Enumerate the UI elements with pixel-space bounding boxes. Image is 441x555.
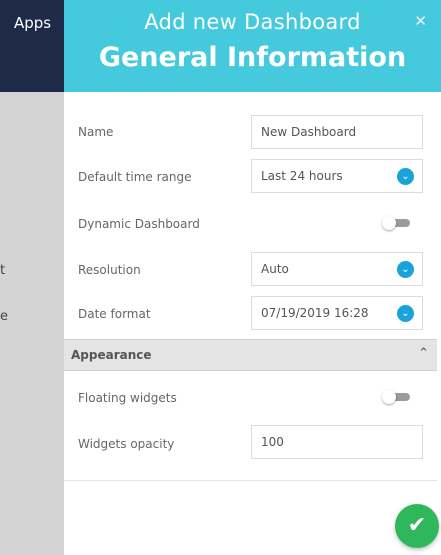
modal-header: Add new Dashboard General Information ✕ [64, 0, 441, 92]
close-icon[interactable]: ✕ [414, 12, 427, 30]
add-dashboard-modal: Add new Dashboard General Information ✕ … [64, 0, 441, 555]
dynamic-dashboard-label: Dynamic Dashboard [78, 217, 200, 231]
date-format-value: 07/19/2019 16:28 [261, 306, 369, 320]
widgets-opacity-label: Widgets opacity [78, 437, 175, 451]
name-label: Name [78, 125, 114, 139]
date-format-select[interactable]: 07/19/2019 16:28 ⌄ [251, 296, 423, 330]
apps-menu-label[interactable]: Apps [14, 14, 51, 32]
checkmark-icon[interactable]: ✔ [395, 504, 439, 548]
appearance-section-header[interactable]: Appearance ⌃ [64, 339, 437, 371]
modal-title: Add new Dashboard [144, 10, 361, 34]
modal-subtitle: General Information [98, 42, 407, 73]
footer-divider [64, 480, 437, 481]
widgets-opacity-input[interactable] [251, 425, 423, 459]
chevron-down-icon: ⌄ [397, 305, 414, 322]
floating-widgets-label: Floating widgets [78, 391, 177, 405]
chevron-down-icon: ⌄ [397, 261, 414, 278]
background-text-fragment: e [0, 309, 8, 324]
dynamic-dashboard-toggle[interactable] [382, 216, 412, 230]
date-format-label: Date format [78, 307, 151, 321]
resolution-select[interactable]: Auto ⌄ [251, 252, 423, 286]
toggle-knob [382, 390, 396, 404]
time-range-value: Last 24 hours [261, 169, 343, 183]
resolution-label: Resolution [78, 263, 141, 277]
time-range-label: Default time range [78, 170, 192, 184]
toggle-knob [382, 216, 396, 230]
app-background-panel [0, 92, 64, 555]
app-header-bar: Apps [0, 0, 64, 92]
time-range-select[interactable]: Last 24 hours ⌄ [251, 159, 423, 193]
floating-widgets-toggle[interactable] [382, 390, 412, 404]
appearance-section-label: Appearance [71, 348, 152, 362]
background-text-fragment: t [0, 263, 6, 278]
chevron-down-icon: ⌄ [397, 168, 414, 185]
resolution-value: Auto [261, 262, 289, 276]
chevron-up-icon: ⌃ [418, 346, 429, 361]
name-input[interactable] [251, 115, 423, 149]
